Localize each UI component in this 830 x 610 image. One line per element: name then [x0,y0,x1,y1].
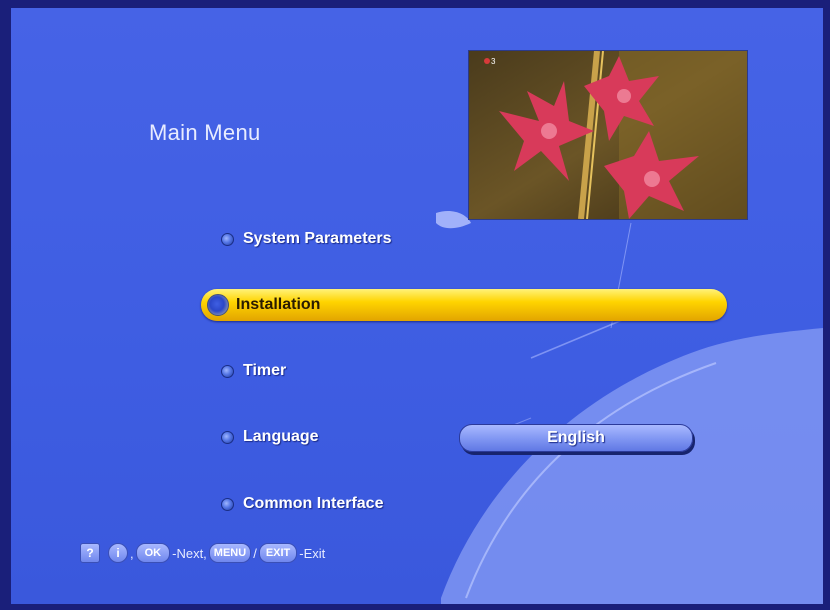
bullet-icon [221,430,234,444]
tv-screen: Main Menu 3 System Parameters Installati… [11,8,823,604]
menu-item-label: Common Interface [243,495,384,512]
preview-channel-badge: 3 [491,57,496,66]
language-value-field[interactable]: English [459,424,693,452]
menu-item-label: System Parameters [243,230,392,247]
menu-item-common-interface[interactable]: Common Interface [221,495,383,513]
live-preview-window: 3 [468,50,748,220]
menu-item-installation[interactable]: Installation [207,294,320,316]
menu-item-label: Language [243,428,319,445]
bullet-icon [221,497,234,511]
footer-next-text: -Next, [172,545,207,561]
flower-image: 3 [469,51,747,219]
menu-item-label: Installation [236,296,321,313]
footer-help-bar: ? i , OK -Next, MENU / EXIT -Exit [80,543,325,563]
page-title: Main Menu [149,120,261,145]
bullet-icon [221,364,234,378]
exit-key-button[interactable]: EXIT [258,543,298,563]
bullet-icon [221,232,234,246]
footer-exit-text: -Exit [299,545,326,561]
footer-comma: , [130,545,134,561]
menu-item-label: Timer [243,362,287,379]
menu-item-system-parameters[interactable]: System Parameters [221,230,392,248]
selected-bullet-icon [207,294,229,316]
info-icon[interactable]: i [108,543,128,563]
question-mark-icon[interactable]: ? [80,543,100,563]
menu-item-timer[interactable]: Timer [221,362,286,380]
menu-item-language[interactable]: Language [221,428,319,446]
menu-key-button[interactable]: MENU [208,543,252,563]
ok-key-button[interactable]: OK [135,543,171,563]
footer-slash: / [253,545,257,561]
